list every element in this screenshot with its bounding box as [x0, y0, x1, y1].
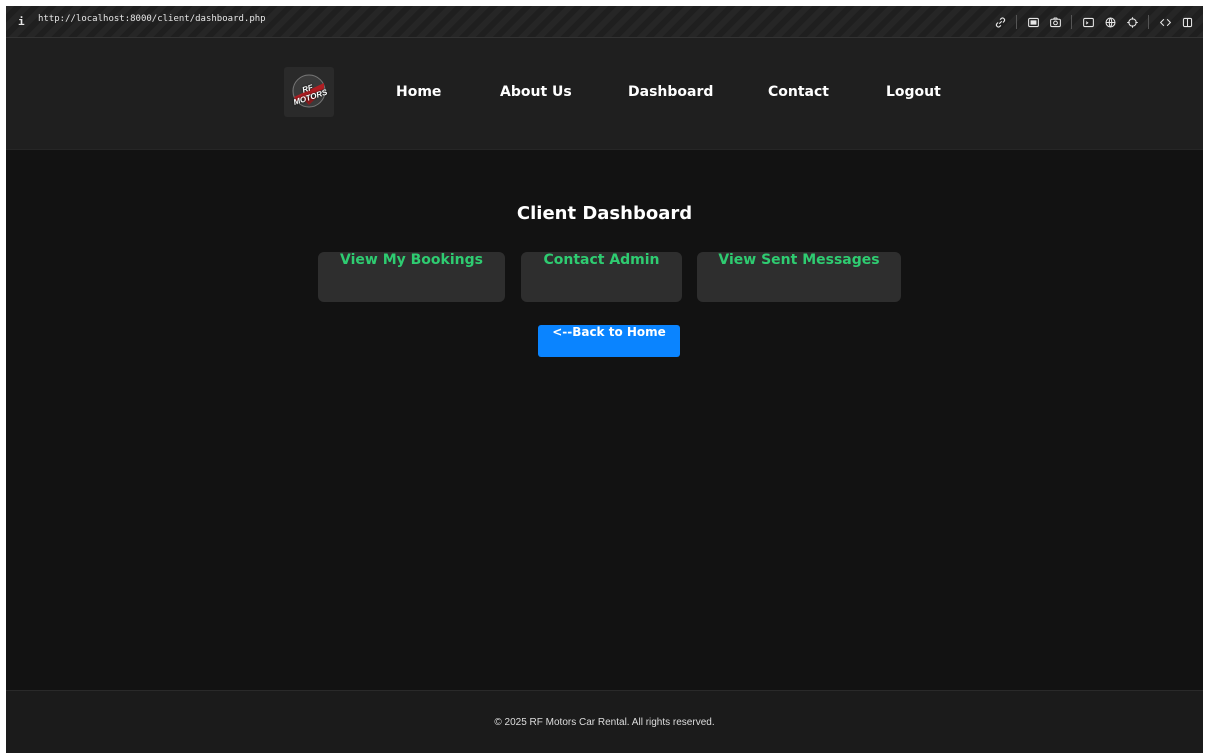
toolbar-divider [1148, 15, 1149, 29]
back-to-home-button[interactable]: <--Back to Home [538, 325, 680, 357]
contact-admin-button[interactable]: Contact Admin [521, 252, 682, 302]
browser-toolbar: i http://localhost:8000/client/dashboard… [6, 6, 1203, 38]
globe-icon[interactable] [1102, 14, 1118, 30]
code-icon[interactable] [1157, 14, 1173, 30]
browser-tools [986, 13, 1195, 31]
nav-contact[interactable]: Contact [768, 84, 829, 104]
logo[interactable]: RF MOTORS [284, 67, 334, 117]
screenshot-icon[interactable] [1025, 14, 1041, 30]
app-window: i http://localhost:8000/client/dashboard… [6, 6, 1203, 753]
toolbar-divider [1016, 15, 1017, 29]
terminal-icon[interactable] [1080, 14, 1096, 30]
view-my-bookings-button[interactable]: View My Bookings [318, 252, 505, 302]
view-sent-messages-button[interactable]: View Sent Messages [697, 252, 901, 302]
crosshair-icon[interactable] [1124, 14, 1140, 30]
nav-home[interactable]: Home [396, 84, 441, 104]
site-footer: © 2025 RF Motors Car Rental. All rights … [6, 690, 1203, 753]
link-icon[interactable] [992, 14, 1008, 30]
sidebar-icon[interactable] [1179, 14, 1195, 30]
footer-copyright: © 2025 RF Motors Car Rental. All rights … [494, 717, 715, 728]
toolbar-divider [1071, 15, 1072, 29]
site-header: RF MOTORS Home About Us Dashboard Contac… [6, 38, 1203, 150]
page-title: Client Dashboard [516, 203, 693, 224]
nav-dashboard[interactable]: Dashboard [628, 84, 713, 104]
nav-logout[interactable]: Logout [886, 84, 941, 104]
camera-icon[interactable] [1047, 14, 1063, 30]
info-icon[interactable]: i [18, 14, 28, 30]
address-bar[interactable]: http://localhost:8000/client/dashboard.p… [38, 14, 266, 30]
nav-about-us[interactable]: About Us [500, 84, 572, 104]
